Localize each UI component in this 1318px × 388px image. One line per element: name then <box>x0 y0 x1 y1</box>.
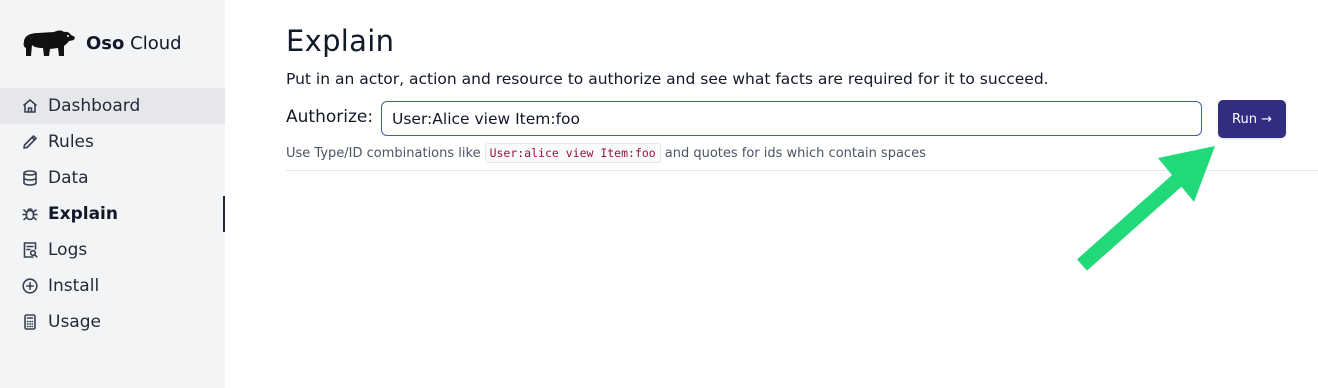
page-description: Put in an actor, action and resource to … <box>286 70 1049 88</box>
hint-suffix: and quotes for ids which contain spaces <box>664 145 926 161</box>
sidebar-item-usage[interactable]: Usage <box>0 304 225 340</box>
sidebar-item-label: Install <box>48 276 100 296</box>
authorize-label: Authorize: <box>286 107 374 127</box>
sidebar-item-label: Usage <box>48 312 101 332</box>
database-icon <box>21 169 39 187</box>
input-hint: Use Type/ID combinations like User:alice… <box>286 143 926 163</box>
pencil-icon <box>21 133 39 151</box>
brand-name: Oso Cloud <box>86 33 182 54</box>
bug-icon <box>21 205 39 223</box>
sidebar: Oso Cloud Dashboard Rules Data Explain L… <box>0 0 225 388</box>
sidebar-item-logs[interactable]: Logs <box>0 232 225 268</box>
brand[interactable]: Oso Cloud <box>20 28 182 58</box>
brand-name-light: Cloud <box>130 32 182 54</box>
sidebar-item-rules[interactable]: Rules <box>0 124 225 160</box>
hint-prefix: Use Type/ID combinations like <box>286 145 481 161</box>
sidebar-item-label: Explain <box>48 204 118 224</box>
sidebar-item-label: Dashboard <box>48 96 141 116</box>
home-icon <box>21 97 39 115</box>
page-title: Explain <box>286 24 395 58</box>
annotation-arrow-icon <box>1077 146 1215 271</box>
hint-code-example: User:alice view Item:foo <box>484 143 661 163</box>
log-search-icon <box>21 241 39 259</box>
brand-name-bold: Oso <box>86 32 125 54</box>
sidebar-nav: Dashboard Rules Data Explain Logs Instal… <box>0 88 225 340</box>
sidebar-item-label: Rules <box>48 132 94 152</box>
sidebar-item-label: Data <box>48 168 89 188</box>
plus-circle-icon <box>21 277 39 295</box>
authorize-input[interactable] <box>381 101 1202 136</box>
run-button[interactable]: Run → <box>1218 100 1286 138</box>
sidebar-item-explain[interactable]: Explain <box>0 196 225 232</box>
bear-logo-icon <box>20 28 76 58</box>
sidebar-item-data[interactable]: Data <box>0 160 225 196</box>
calculator-icon <box>21 313 39 331</box>
sidebar-item-label: Logs <box>48 240 88 260</box>
sidebar-item-dashboard[interactable]: Dashboard <box>0 88 225 124</box>
sidebar-item-install[interactable]: Install <box>0 268 225 304</box>
